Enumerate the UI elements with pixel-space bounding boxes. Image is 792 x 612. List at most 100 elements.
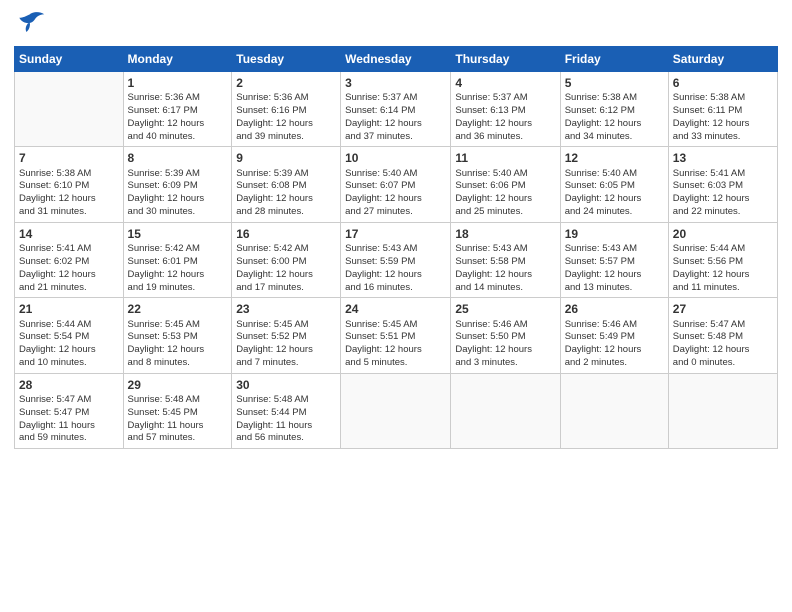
calendar-cell: 8Sunrise: 5:39 AMSunset: 6:09 PMDaylight…: [123, 147, 232, 222]
day-info: Daylight: 12 hours: [673, 269, 773, 282]
day-info: Sunset: 5:58 PM: [455, 256, 555, 269]
day-info: Sunrise: 5:43 AM: [455, 243, 555, 256]
day-info: Sunset: 5:50 PM: [455, 331, 555, 344]
day-info: Sunset: 6:10 PM: [19, 180, 119, 193]
day-info: Sunset: 6:11 PM: [673, 105, 773, 118]
day-info: Sunrise: 5:42 AM: [236, 243, 336, 256]
day-info: Daylight: 12 hours: [673, 118, 773, 131]
day-info: Sunrise: 5:48 AM: [128, 394, 228, 407]
calendar-cell: 6Sunrise: 5:38 AMSunset: 6:11 PMDaylight…: [668, 72, 777, 147]
calendar-week-2: 7Sunrise: 5:38 AMSunset: 6:10 PMDaylight…: [15, 147, 778, 222]
calendar-cell: 28Sunrise: 5:47 AMSunset: 5:47 PMDayligh…: [15, 373, 124, 448]
calendar-cell: [668, 373, 777, 448]
day-info: Daylight: 12 hours: [128, 269, 228, 282]
day-info: Sunrise: 5:40 AM: [565, 168, 664, 181]
day-info: Sunset: 5:44 PM: [236, 407, 336, 420]
calendar-cell: 4Sunrise: 5:37 AMSunset: 6:13 PMDaylight…: [451, 72, 560, 147]
day-info: Sunrise: 5:45 AM: [236, 319, 336, 332]
day-info: and 59 minutes.: [19, 432, 119, 445]
day-info: Sunrise: 5:46 AM: [565, 319, 664, 332]
day-number: 26: [565, 301, 664, 317]
day-info: Sunset: 5:56 PM: [673, 256, 773, 269]
calendar-cell: 10Sunrise: 5:40 AMSunset: 6:07 PMDayligh…: [341, 147, 451, 222]
day-number: 15: [128, 226, 228, 242]
calendar-cell: 11Sunrise: 5:40 AMSunset: 6:06 PMDayligh…: [451, 147, 560, 222]
calendar-cell: [451, 373, 560, 448]
day-number: 3: [345, 75, 446, 91]
day-info: Daylight: 12 hours: [455, 344, 555, 357]
day-info: Sunrise: 5:36 AM: [236, 92, 336, 105]
day-header-monday: Monday: [123, 47, 232, 72]
day-info: Daylight: 12 hours: [565, 118, 664, 131]
calendar-week-4: 21Sunrise: 5:44 AMSunset: 5:54 PMDayligh…: [15, 298, 778, 373]
calendar-cell: 24Sunrise: 5:45 AMSunset: 5:51 PMDayligh…: [341, 298, 451, 373]
day-header-sunday: Sunday: [15, 47, 124, 72]
day-number: 24: [345, 301, 446, 317]
day-info: Sunrise: 5:45 AM: [345, 319, 446, 332]
day-number: 12: [565, 150, 664, 166]
day-info: Sunrise: 5:45 AM: [128, 319, 228, 332]
day-number: 28: [19, 377, 119, 393]
day-info: Daylight: 12 hours: [455, 269, 555, 282]
day-info: and 11 minutes.: [673, 282, 773, 295]
day-info: Sunrise: 5:37 AM: [345, 92, 446, 105]
day-info: Sunrise: 5:48 AM: [236, 394, 336, 407]
day-info: Daylight: 12 hours: [455, 193, 555, 206]
day-number: 17: [345, 226, 446, 242]
day-info: and 5 minutes.: [345, 357, 446, 370]
day-number: 20: [673, 226, 773, 242]
day-info: and 24 minutes.: [565, 206, 664, 219]
day-info: and 16 minutes.: [345, 282, 446, 295]
day-info: and 28 minutes.: [236, 206, 336, 219]
calendar-cell: 1Sunrise: 5:36 AMSunset: 6:17 PMDaylight…: [123, 72, 232, 147]
day-info: Daylight: 11 hours: [19, 420, 119, 433]
day-info: Sunrise: 5:43 AM: [565, 243, 664, 256]
day-info: Sunset: 6:08 PM: [236, 180, 336, 193]
calendar-page: SundayMondayTuesdayWednesdayThursdayFrid…: [0, 0, 792, 612]
day-info: and 56 minutes.: [236, 432, 336, 445]
calendar-cell: 22Sunrise: 5:45 AMSunset: 5:53 PMDayligh…: [123, 298, 232, 373]
day-info: Sunrise: 5:38 AM: [565, 92, 664, 105]
day-number: 8: [128, 150, 228, 166]
day-info: Sunrise: 5:47 AM: [19, 394, 119, 407]
day-info: Sunrise: 5:39 AM: [236, 168, 336, 181]
day-info: Sunset: 6:13 PM: [455, 105, 555, 118]
day-info: Sunset: 5:57 PM: [565, 256, 664, 269]
calendar-cell: 12Sunrise: 5:40 AMSunset: 6:05 PMDayligh…: [560, 147, 668, 222]
day-info: Daylight: 12 hours: [19, 344, 119, 357]
day-info: and 3 minutes.: [455, 357, 555, 370]
day-info: and 34 minutes.: [565, 131, 664, 144]
calendar-cell: 7Sunrise: 5:38 AMSunset: 6:10 PMDaylight…: [15, 147, 124, 222]
day-info: Sunset: 6:16 PM: [236, 105, 336, 118]
day-info: and 37 minutes.: [345, 131, 446, 144]
calendar-cell: 3Sunrise: 5:37 AMSunset: 6:14 PMDaylight…: [341, 72, 451, 147]
day-info: Daylight: 12 hours: [128, 118, 228, 131]
calendar-cell: 29Sunrise: 5:48 AMSunset: 5:45 PMDayligh…: [123, 373, 232, 448]
day-header-saturday: Saturday: [668, 47, 777, 72]
day-info: Sunrise: 5:40 AM: [345, 168, 446, 181]
day-info: Sunset: 6:17 PM: [128, 105, 228, 118]
day-info: Sunset: 5:47 PM: [19, 407, 119, 420]
day-number: 18: [455, 226, 555, 242]
calendar-cell: 18Sunrise: 5:43 AMSunset: 5:58 PMDayligh…: [451, 222, 560, 297]
day-info: Sunset: 5:59 PM: [345, 256, 446, 269]
day-number: 19: [565, 226, 664, 242]
day-info: Sunset: 6:14 PM: [345, 105, 446, 118]
day-number: 21: [19, 301, 119, 317]
calendar-cell: 19Sunrise: 5:43 AMSunset: 5:57 PMDayligh…: [560, 222, 668, 297]
day-number: 7: [19, 150, 119, 166]
logo-bird-icon: [14, 10, 46, 38]
day-info: and 21 minutes.: [19, 282, 119, 295]
day-header-wednesday: Wednesday: [341, 47, 451, 72]
day-info: and 22 minutes.: [673, 206, 773, 219]
day-info: Daylight: 11 hours: [128, 420, 228, 433]
day-info: Sunrise: 5:44 AM: [19, 319, 119, 332]
day-number: 23: [236, 301, 336, 317]
day-info: Sunrise: 5:38 AM: [673, 92, 773, 105]
day-info: Sunrise: 5:47 AM: [673, 319, 773, 332]
day-info: Daylight: 12 hours: [19, 269, 119, 282]
calendar-cell: [341, 373, 451, 448]
day-info: Daylight: 12 hours: [345, 269, 446, 282]
day-number: 4: [455, 75, 555, 91]
calendar-cell: 23Sunrise: 5:45 AMSunset: 5:52 PMDayligh…: [232, 298, 341, 373]
